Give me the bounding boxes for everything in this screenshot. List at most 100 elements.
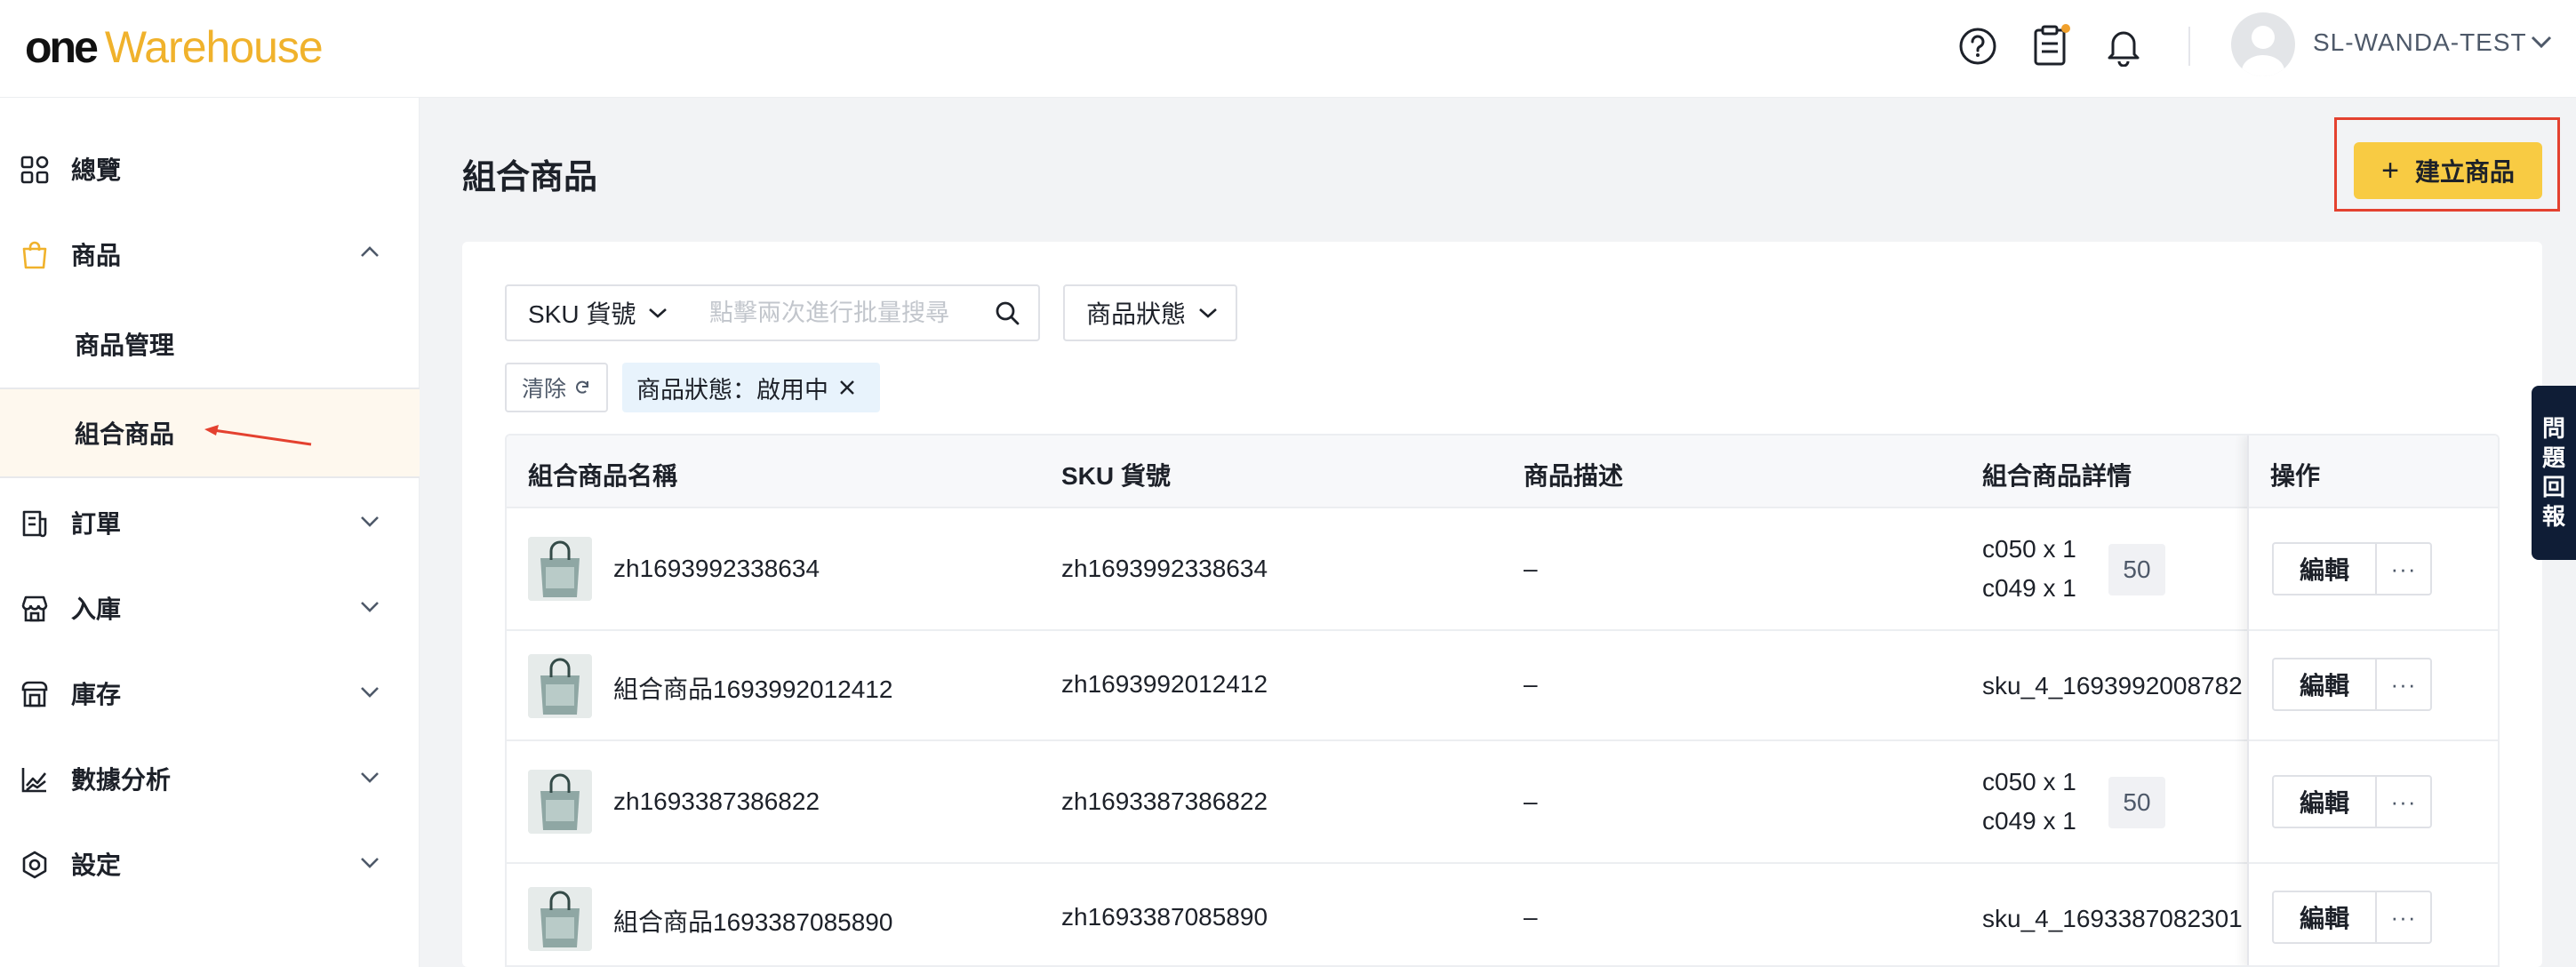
operations-header: 操作 — [2249, 436, 2498, 508]
chevron-up-icon[interactable] — [359, 245, 380, 260]
column-header: 商品描述 — [1524, 462, 1624, 490]
quantity-badge: 50 — [2108, 777, 2165, 828]
close-icon[interactable] — [837, 378, 857, 397]
detail-line: c049 x 1 — [1982, 574, 2076, 602]
table-header: 組合商品名稱 SKU 貨號 商品描述 組合商品詳情 — [507, 436, 2498, 508]
bundle-sku: zh1693387386822 — [1061, 787, 1268, 815]
table-row: zh1693387386822 zh1693387386822 – c050 x… — [507, 741, 2498, 864]
bundle-description: – — [1524, 903, 1538, 931]
hexagon-gear-icon — [22, 851, 47, 879]
chevron-down-icon[interactable] — [2530, 34, 2553, 54]
chevron-down-icon[interactable] — [359, 514, 380, 528]
edit-button[interactable]: 編輯 — [2272, 775, 2377, 828]
feedback-char: 題 — [2541, 444, 2565, 471]
sidebar-item-products[interactable]: 商品 — [0, 212, 420, 297]
bundle-sku: zh1693992012412 — [1061, 670, 1268, 698]
bundle-details: sku_4_1693387082301 — [1982, 899, 2243, 939]
bundle-sku: zh1693992338634 — [1061, 555, 1268, 582]
feedback-char: 問 — [2541, 415, 2565, 442]
sidebar-item-orders[interactable]: 訂單 — [0, 480, 420, 565]
column-header: SKU 貨號 — [1061, 462, 1171, 490]
table-row: zh1693992338634 zh1693992338634 – c050 x… — [507, 508, 2498, 631]
logo[interactable]: one Warehouse — [25, 16, 324, 78]
sidebar-item-analytics[interactable]: 數據分析 — [0, 736, 420, 821]
feedback-char: 報 — [2541, 503, 2565, 530]
sidebar-item-label: 入庫 — [71, 595, 122, 623]
sidebar-subitem-bundle-products[interactable]: 組合商品 — [0, 388, 420, 478]
chevron-down-icon[interactable] — [359, 599, 380, 613]
chevron-down-icon[interactable] — [359, 855, 380, 869]
sidebar-item-inbound[interactable]: 入庫 — [0, 565, 420, 651]
sku-select-label: SKU 貨號 — [528, 300, 636, 328]
inventory-icon — [21, 681, 48, 707]
annotation-arrow — [204, 425, 312, 446]
edit-button[interactable]: 編輯 — [2272, 658, 2377, 711]
more-actions-button[interactable]: ··· — [2375, 775, 2432, 828]
sidebar-item-label: 商品 — [71, 242, 122, 269]
store-icon — [21, 595, 48, 622]
sidebar-item-label: 數據分析 — [71, 766, 172, 794]
chevron-down-icon[interactable] — [359, 684, 380, 699]
chevron-down-icon[interactable] — [359, 770, 380, 784]
sidebar-subitem-product-management[interactable]: 商品管理 — [0, 299, 420, 389]
bundle-name: 組合商品1693992012412 — [613, 675, 893, 703]
notification-dot — [2061, 24, 2070, 33]
clear-filters-button[interactable]: 清除 — [505, 363, 608, 412]
content-card: SKU 貨號 商品狀態 清除 商品狀態：啟用中 組合商品名稱 SKU 貨號 商品… — [462, 242, 2542, 967]
sku-select[interactable]: SKU 貨號 — [505, 284, 693, 341]
table-row: 組合商品1693387085890 zh1693387085890 – sku_… — [507, 864, 2498, 965]
bundle-description: – — [1524, 555, 1538, 582]
sidebar: 總覽 商品 商品管理 組合商品 訂單 入庫 庫存 數據分析 設定 — [0, 98, 420, 967]
bundle-details: c050 x 1 c049 x 1 — [1982, 763, 2076, 841]
detail-line: c049 x 1 — [1982, 807, 2076, 835]
sidebar-item-label: 設定 — [71, 851, 122, 879]
refresh-icon — [576, 380, 588, 394]
status-select-label: 商品狀態 — [1086, 300, 1187, 328]
page-title: 組合商品 — [462, 159, 598, 196]
edit-button[interactable]: 編輯 — [2272, 542, 2377, 595]
bundle-name: zh1693387386822 — [613, 787, 820, 815]
sidebar-item-settings[interactable]: 設定 — [0, 821, 420, 907]
detail-line: sku_4_1693992008782 — [1982, 672, 2243, 699]
sidebar-item-label: 庫存 — [71, 681, 122, 708]
table-row: 組合商品1693992012412 zh1693992012412 – sku_… — [507, 631, 2498, 741]
edit-button[interactable]: 編輯 — [2272, 891, 2377, 944]
feedback-tab[interactable]: 問 題 回 報 — [2532, 386, 2576, 560]
create-product-button[interactable]: + 建立商品 — [2354, 142, 2542, 199]
more-actions-button[interactable]: ··· — [2375, 658, 2432, 711]
bundle-details: c050 x 1 c049 x 1 — [1982, 530, 2076, 608]
top-header: one Warehouse SL-WANDA-TEST — [0, 0, 2576, 98]
avatar[interactable] — [2231, 12, 2295, 76]
product-thumbnail — [528, 654, 592, 718]
detail-line: c050 x 1 — [1982, 768, 2076, 795]
search-input[interactable] — [709, 299, 976, 327]
shopping-bag-icon — [22, 241, 47, 269]
bundle-sku: zh1693387085890 — [1061, 903, 1268, 931]
detail-line: sku_4_1693387082301 — [1982, 905, 2243, 932]
sidebar-item-overview[interactable]: 總覽 — [0, 126, 420, 212]
sidebar-item-label: 訂單 — [71, 510, 122, 538]
logo-one-text: one — [25, 22, 99, 72]
column-header: 組合商品名稱 — [528, 462, 678, 490]
plus-icon: + — [2381, 153, 2399, 188]
search-box[interactable] — [692, 284, 1040, 341]
bundle-details: sku_4_1693992008782 — [1982, 667, 2243, 706]
more-actions-button[interactable]: ··· — [2375, 891, 2432, 944]
clipboard-icon[interactable] — [2028, 24, 2073, 68]
dashboard-grid-icon — [20, 156, 49, 184]
sidebar-item-inventory[interactable]: 庫存 — [0, 651, 420, 736]
help-circle-icon[interactable] — [1956, 24, 2000, 68]
clear-label: 清除 — [521, 377, 566, 402]
username[interactable]: SL-WANDA-TEST — [2313, 28, 2527, 57]
header-divider — [2188, 27, 2190, 66]
detail-line: c050 x 1 — [1982, 535, 2076, 563]
search-icon[interactable] — [994, 300, 1020, 326]
bell-icon[interactable] — [2101, 24, 2146, 68]
receipt-icon — [22, 510, 47, 538]
more-actions-button[interactable]: ··· — [2375, 542, 2432, 595]
chart-line-icon — [21, 768, 47, 793]
status-select[interactable]: 商品狀態 — [1063, 284, 1237, 341]
bundle-name: zh1693992338634 — [613, 555, 820, 582]
bundle-products-table: 組合商品名稱 SKU 貨號 商品描述 組合商品詳情 zh169399233863… — [505, 434, 2500, 967]
quantity-badge: 50 — [2108, 544, 2165, 595]
